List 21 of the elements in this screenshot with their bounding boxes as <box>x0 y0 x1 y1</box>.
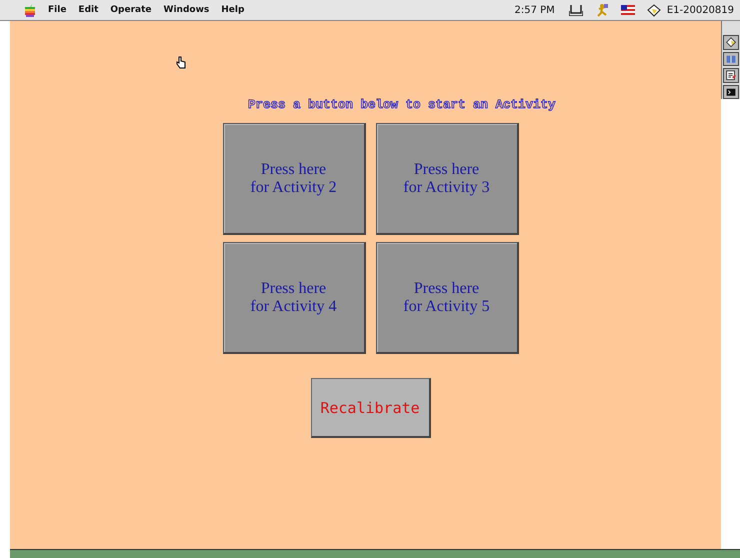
menu-item[interactable]: Operate <box>110 5 152 15</box>
hand-cursor-icon <box>176 56 186 69</box>
apple-icon[interactable] <box>24 4 36 16</box>
terminal-tool-icon[interactable] <box>723 84 739 99</box>
flag-icon[interactable] <box>620 5 635 15</box>
menu-item[interactable]: File <box>48 5 66 15</box>
book-tool-icon[interactable] <box>723 52 739 66</box>
activity-button[interactable]: Press here for Activity 2 <box>222 123 366 235</box>
activity-button[interactable]: Press here for Activity 3 <box>376 123 518 235</box>
horizontal-scrollbar[interactable] <box>10 549 740 558</box>
printer-icon[interactable] <box>568 4 583 16</box>
menu-item[interactable]: Help <box>221 5 244 15</box>
figure-icon[interactable] <box>594 3 609 17</box>
menu-item[interactable]: Edit <box>78 5 98 15</box>
document-tool-icon[interactable] <box>723 68 739 82</box>
menu-item[interactable]: Windows <box>164 5 210 15</box>
application-name[interactable]: E1-20020819 <box>666 4 734 16</box>
activity-button[interactable]: Press here for Activity 4 <box>222 242 366 354</box>
instruction-heading: Press a button below to start an Activity <box>248 98 556 112</box>
clock[interactable]: 2:57 PM <box>514 4 555 16</box>
activity-button[interactable]: Press here for Activity 5 <box>376 242 518 354</box>
